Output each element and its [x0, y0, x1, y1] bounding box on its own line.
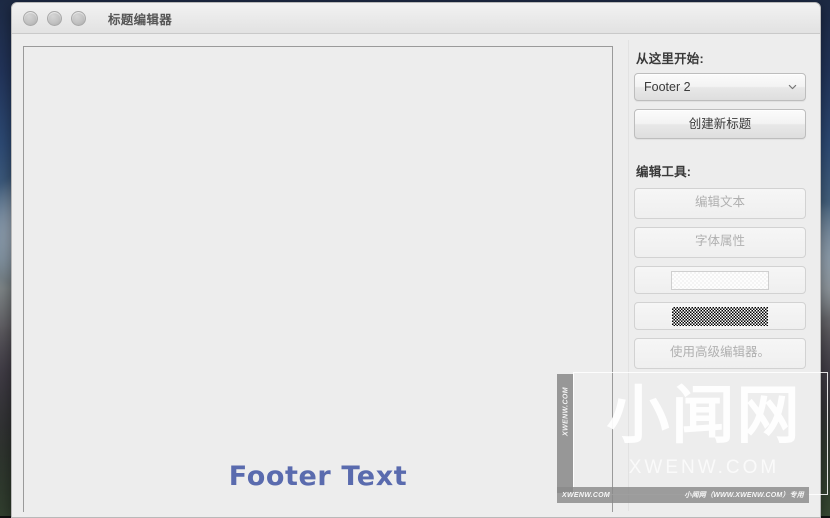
fill-color-swatch-button[interactable] — [634, 266, 806, 294]
minimize-button[interactable] — [47, 10, 62, 26]
transparency-checker-swatch — [672, 306, 768, 326]
footer-text-element[interactable]: Footer Text — [24, 461, 612, 492]
transparency-swatch-button[interactable] — [634, 302, 806, 330]
start-here-label: 从这里开始: — [636, 52, 704, 66]
app-window: 标题编辑器 Footer Text 从这里开始: Footer 2 创建新标题 … — [11, 2, 821, 518]
advanced-editor-button[interactable]: 使用高级编辑器。 — [634, 338, 806, 369]
template-select[interactable]: Footer 2 — [634, 73, 806, 101]
editor-canvas[interactable]: Footer Text — [23, 46, 613, 512]
chevron-down-icon — [788, 84, 797, 90]
edit-text-button[interactable]: 编辑文本 — [634, 188, 806, 219]
window-title: 标题编辑器 — [108, 12, 173, 27]
close-button[interactable] — [23, 10, 38, 26]
font-properties-button[interactable]: 字体属性 — [634, 227, 806, 258]
editing-tools-label: 编辑工具: — [636, 165, 692, 179]
title-bar[interactable]: 标题编辑器 — [12, 3, 820, 34]
create-new-title-button[interactable]: 创建新标题 — [634, 109, 806, 139]
template-select-value: Footer 2 — [644, 80, 691, 94]
window-controls — [12, 10, 86, 26]
editor-canvas-area[interactable]: Footer Text — [23, 46, 613, 512]
zoom-button[interactable] — [71, 10, 86, 26]
fill-color-swatch — [671, 270, 769, 290]
window-body: Footer Text 从这里开始: Footer 2 创建新标题 编辑工具: … — [12, 34, 820, 517]
tools-sidebar: 从这里开始: Footer 2 创建新标题 编辑工具: 编辑文本 字体属性 使用… — [624, 34, 820, 517]
